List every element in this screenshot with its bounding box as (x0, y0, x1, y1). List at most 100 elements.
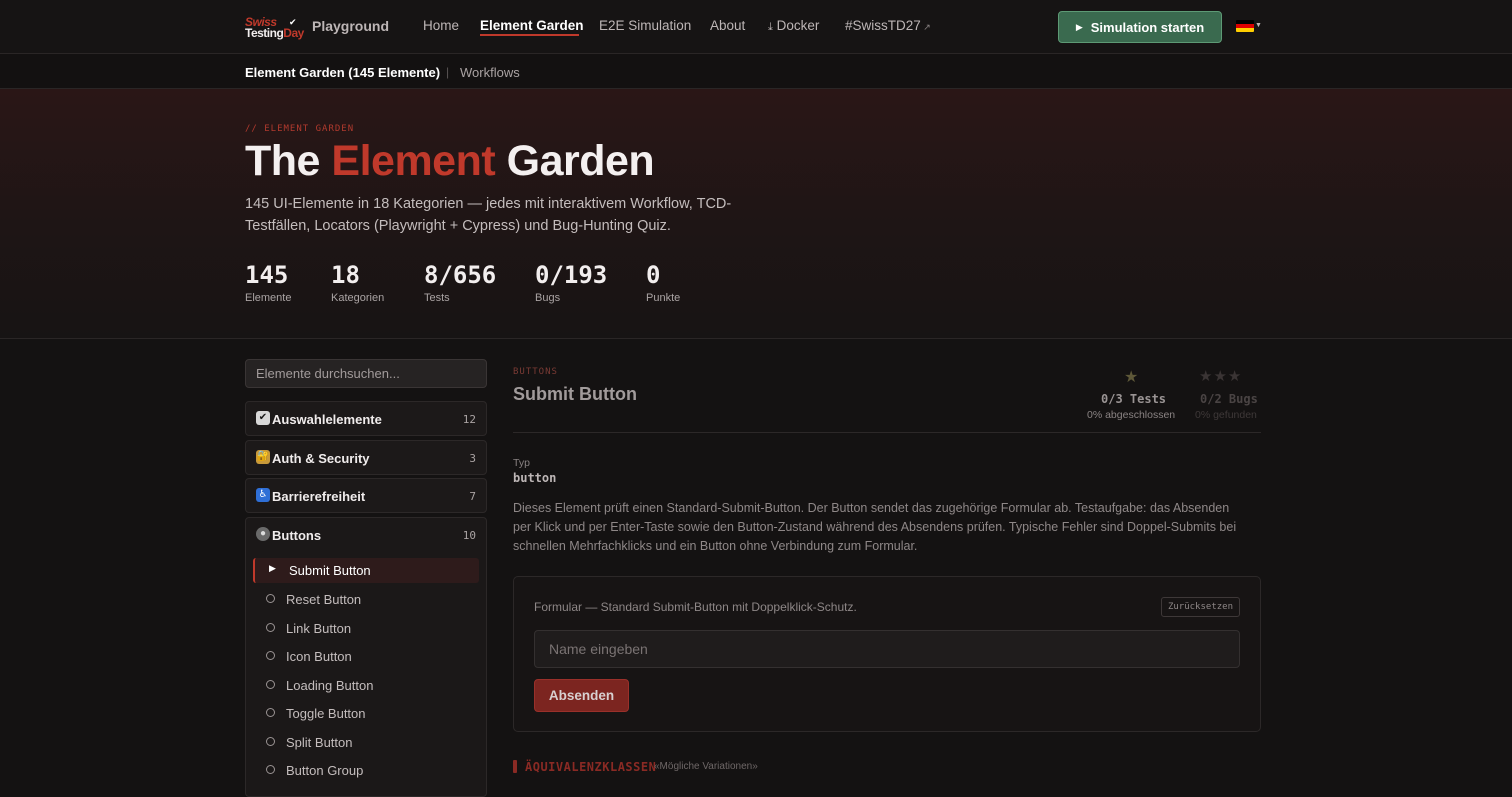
external-link-icon: ↗ (920, 22, 931, 32)
stat-label: Kategorien (331, 292, 385, 304)
tests-progress: 0% abgeschlossen (1087, 409, 1176, 421)
stat-kategorien: 18 Kategorien (331, 261, 384, 304)
form-caption: Formular — Standard Submit-Button mit Do… (534, 600, 857, 614)
stat-value: 18 (331, 261, 360, 289)
title-pre: The (245, 137, 332, 185)
sidebar-item-toggle-button[interactable]: Toggle Button (253, 701, 479, 726)
category-barrierefreiheit[interactable]: ♿ Barrierefreiheit 7 (245, 478, 487, 513)
stat-label: Tests (424, 292, 450, 304)
nav-docker[interactable]: ⤓ Docker (768, 18, 819, 34)
logo-testing: Testing (245, 26, 284, 40)
category-name: Auth & Security (272, 451, 370, 466)
stat-label: Punkte (646, 292, 681, 304)
sidebar-item-submit-button[interactable]: ▶ Submit Button (253, 558, 479, 583)
sidebar-item-split-button[interactable]: Split Button (253, 730, 479, 755)
element-description: Dieses Element prüft einen Standard-Subm… (513, 501, 1237, 553)
category-count: 3 (469, 452, 476, 465)
simulation-start-label: Simulation starten (1090, 19, 1205, 35)
language-caret-icon[interactable]: ▼ (1255, 22, 1262, 29)
category-count: 7 (469, 490, 476, 503)
stat-bugs: 0/193 Bugs (535, 261, 607, 304)
stat-tests: 8/656 Tests (424, 261, 496, 304)
title-post: Garden (495, 137, 655, 185)
sidebar-item-button-group[interactable]: Button Group (253, 758, 479, 783)
circle-icon (266, 765, 275, 774)
header-divider (513, 432, 1261, 433)
circle-icon (266, 623, 275, 632)
circle-icon (266, 708, 275, 717)
absenden-button[interactable]: Absenden (534, 679, 629, 712)
sidebar-item-label: Button Group (286, 763, 364, 778)
tests-count: 0/3 Tests (1101, 392, 1167, 406)
sidebar-item-label: Icon Button (286, 649, 352, 664)
bugs-progress: 0% gefunden (1195, 409, 1257, 421)
equivalence-classes-title: ÄQUIVALENZKLASSEN (525, 760, 657, 774)
german-flag-icon[interactable] (1236, 20, 1254, 32)
play-icon: ▶ (1075, 21, 1083, 32)
top-navigation: Swiss ✔ TestingDay Playground Home Eleme… (0, 0, 1512, 54)
stat-punkte: 0 Punkte (646, 261, 680, 304)
sidebar-item-label: Link Button (286, 621, 352, 636)
hero-description: 145 UI-Elemente in 18 Kategorien — jedes… (245, 196, 732, 234)
name-input[interactable]: Name eingeben (534, 630, 1240, 668)
circle-icon (266, 737, 275, 746)
category-auth-security[interactable]: 🔐 Auth & Security 3 (245, 440, 487, 475)
nav-swisstd27[interactable]: #SwissTD27 ↗ (845, 18, 931, 33)
stat-elemente: 145 Elemente (245, 261, 291, 304)
equivalence-classes-subtitle: «Mögliche Variationen» (654, 761, 758, 772)
type-value: button (513, 471, 557, 485)
sidebar-item-reset-button[interactable]: Reset Button (253, 587, 479, 612)
download-icon: ⤓ (768, 21, 773, 33)
sidebar-item-link-button[interactable]: Link Button (253, 616, 479, 641)
title-accent: Element (331, 137, 496, 185)
stat-value: 8/656 (424, 261, 497, 289)
sub-navigation: Element Garden (145 Elemente) | Workflow… (0, 54, 1512, 89)
sidebar-item-label: Split Button (286, 735, 353, 750)
stat-value: 0/193 (535, 261, 608, 289)
tests-star-icon: ★ (1124, 369, 1139, 386)
type-label: Typ (513, 457, 530, 469)
submit-form-demo: Formular — Standard Submit-Button mit Do… (513, 576, 1261, 732)
accessibility-icon: ♿ (256, 488, 270, 502)
circle-icon (266, 651, 275, 660)
stat-label: Bugs (535, 292, 561, 304)
sidebar-item-loading-button[interactable]: Loading Button (253, 673, 479, 698)
element-title: Submit Button (513, 384, 637, 404)
sidebar-item-label: Submit Button (289, 563, 371, 578)
button-circle-icon: ● (256, 527, 270, 541)
subnav-separator: | (446, 65, 450, 79)
subnav-element-garden[interactable]: Element Garden (145 Elemente) (245, 65, 440, 80)
category-count: 12 (462, 413, 476, 426)
lock-icon: 🔐 (256, 450, 270, 464)
hero-section: // ELEMENT GARDEN The Element Garden 145… (0, 89, 1512, 339)
nav-element-garden[interactable]: Element Garden (480, 18, 584, 33)
swiss-testing-day-logo[interactable]: Swiss ✔ TestingDay (245, 15, 307, 41)
nav-home[interactable]: Home (423, 18, 459, 33)
sidebar-item-label: Reset Button (286, 592, 362, 607)
bugs-count: 0/2 Bugs (1200, 392, 1258, 406)
simulation-start-button[interactable]: ▶ Simulation starten (1058, 11, 1222, 43)
stat-label: Elemente (245, 292, 292, 304)
reset-demo-button[interactable]: Zurücksetzen (1160, 597, 1240, 617)
checkbox-icon: ✔ (256, 411, 270, 425)
brand-playground[interactable]: Playground (312, 18, 389, 34)
category-name: Buttons (272, 528, 322, 543)
nav-docker-label: Docker (776, 18, 820, 33)
hero-eyebrow: // ELEMENT GARDEN (245, 124, 355, 134)
category-count: 10 (462, 529, 476, 542)
bugs-stars-icon: ★★★ (1199, 368, 1243, 385)
nav-about[interactable]: About (710, 18, 745, 33)
logo-testing-day: TestingDay (245, 26, 304, 40)
subnav-workflows[interactable]: Workflows (460, 65, 520, 80)
active-play-icon: ▶ (269, 563, 276, 573)
sidebar-item-icon-button[interactable]: Icon Button (253, 644, 479, 669)
element-search-input[interactable]: Elemente durchsuchen... (245, 359, 487, 388)
sidebar-item-label: Toggle Button (286, 706, 366, 721)
nav-e2e-simulation[interactable]: E2E Simulation (599, 18, 691, 33)
element-detail-panel: BUTTONS Submit Button ★ 0/3 Tests 0% abg… (513, 359, 1261, 793)
sidebar-item-label: Loading Button (286, 678, 374, 693)
stat-value: 145 (245, 261, 289, 289)
circle-icon (266, 680, 275, 689)
category-auswahlelemente[interactable]: ✔ Auswahlelemente 12 (245, 401, 487, 436)
category-name: Barrierefreiheit (272, 489, 366, 504)
